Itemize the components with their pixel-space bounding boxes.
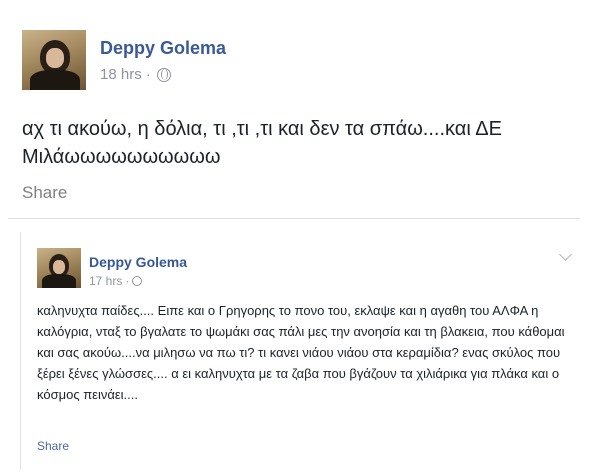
timestamp[interactable]: 18 hrs — [100, 66, 142, 83]
post-meta: 17 hrs · — [89, 274, 143, 288]
post-main: Deppy Golema 18 hrs · αχ τι ακούω, η δόλ… — [0, 0, 600, 220]
author-name[interactable]: Deppy Golema — [89, 254, 187, 270]
share-link[interactable]: Share — [37, 439, 69, 453]
chevron-down-icon[interactable] — [559, 248, 572, 261]
post-embedded: Deppy Golema 17 hrs · καληνυχτα παίδες..… — [20, 232, 586, 470]
author-name[interactable]: Deppy Golema — [100, 38, 226, 59]
post-text: καληνυχτα παίδες.... Ειπε και ο Γρηγορης… — [37, 303, 565, 402]
avatar-face — [46, 48, 64, 68]
post-text: αχ τι ακούω, η δόλια, τι ,τι ,τι και δεν… — [22, 118, 502, 168]
avatar[interactable] — [37, 248, 81, 288]
globe-icon[interactable] — [156, 67, 171, 82]
timestamp[interactable]: 17 hrs — [89, 274, 122, 288]
avatar-body — [42, 274, 76, 288]
globe-icon[interactable] — [132, 276, 143, 286]
meta-separator: · — [125, 274, 130, 288]
avatar[interactable] — [22, 30, 86, 90]
avatar-body — [30, 70, 80, 90]
meta-separator: · — [145, 66, 151, 83]
avatar-face — [53, 260, 65, 274]
share-link[interactable]: Share — [22, 183, 67, 203]
divider — [8, 218, 580, 219]
post-meta: 18 hrs · — [100, 66, 171, 83]
